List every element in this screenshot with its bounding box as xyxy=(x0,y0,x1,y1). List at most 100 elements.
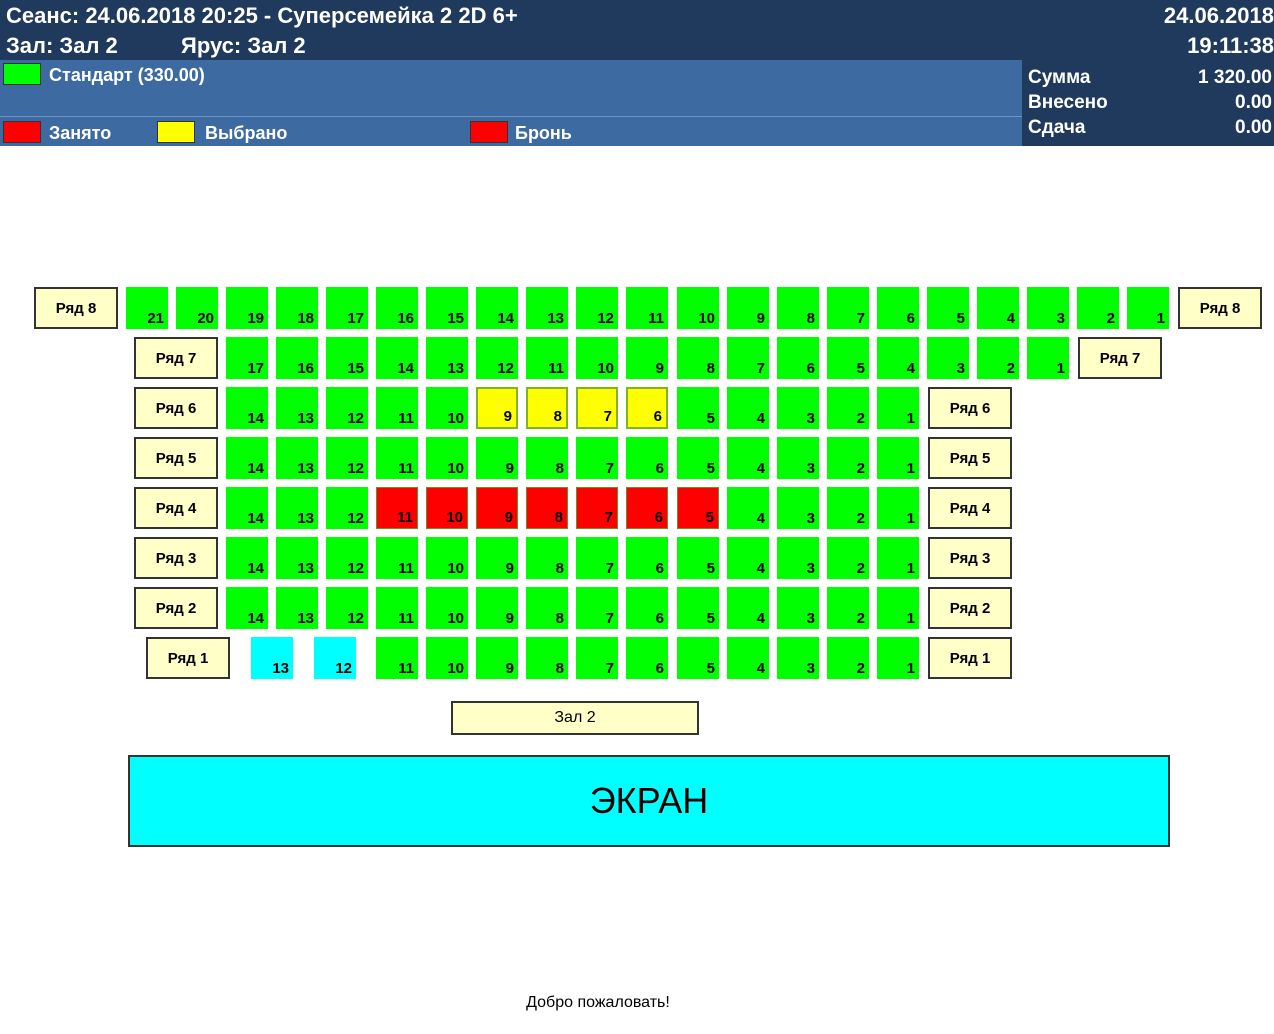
seat[interactable]: 7 xyxy=(727,337,769,379)
seat[interactable]: 6 xyxy=(626,537,668,579)
seat[interactable]: 9 xyxy=(727,287,769,329)
seat[interactable]: 2 xyxy=(827,637,869,679)
seat[interactable]: 1 xyxy=(877,487,919,529)
seat[interactable]: 15 xyxy=(426,287,468,329)
seat[interactable]: 17 xyxy=(226,337,268,379)
seat[interactable]: 12 xyxy=(576,287,618,329)
seat[interactable]: 4 xyxy=(727,537,769,579)
seat[interactable]: 3 xyxy=(777,537,819,579)
row-label-left[interactable]: Ряд 5 xyxy=(134,437,218,479)
seat[interactable]: 14 xyxy=(226,487,268,529)
row-label-right[interactable]: Ряд 2 xyxy=(928,587,1012,629)
seat[interactable]: 5 xyxy=(677,437,719,479)
seat[interactable]: 13 xyxy=(426,337,468,379)
seat[interactable]: 13 xyxy=(276,437,318,479)
seat[interactable]: 12 xyxy=(326,487,368,529)
seat[interactable]: 2 xyxy=(827,487,869,529)
seat[interactable]: 8 xyxy=(526,487,568,529)
seat[interactable]: 8 xyxy=(526,587,568,629)
seat[interactable]: 9 xyxy=(476,587,518,629)
seat[interactable]: 10 xyxy=(426,537,468,579)
seat[interactable]: 13 xyxy=(276,387,318,429)
seat[interactable]: 4 xyxy=(727,387,769,429)
seat[interactable]: 11 xyxy=(626,287,668,329)
seat[interactable]: 8 xyxy=(526,437,568,479)
seat[interactable]: 12 xyxy=(326,537,368,579)
seat[interactable]: 13 xyxy=(251,637,293,679)
seat[interactable]: 6 xyxy=(626,487,668,529)
seat[interactable]: 13 xyxy=(276,487,318,529)
seat[interactable]: 8 xyxy=(526,387,568,429)
seat[interactable]: 10 xyxy=(426,637,468,679)
seat[interactable]: 11 xyxy=(376,537,418,579)
seat[interactable]: 3 xyxy=(777,437,819,479)
row-label-left[interactable]: Ряд 1 xyxy=(146,637,230,679)
seat[interactable]: 13 xyxy=(276,537,318,579)
row-label-right[interactable]: Ряд 1 xyxy=(928,637,1012,679)
seat[interactable]: 6 xyxy=(626,637,668,679)
seat[interactable]: 10 xyxy=(426,587,468,629)
seat[interactable]: 6 xyxy=(626,437,668,479)
seat[interactable]: 11 xyxy=(376,587,418,629)
seat[interactable]: 20 xyxy=(176,287,218,329)
seat[interactable]: 3 xyxy=(777,487,819,529)
seat[interactable]: 1 xyxy=(877,537,919,579)
seat[interactable]: 7 xyxy=(827,287,869,329)
seat[interactable]: 19 xyxy=(226,287,268,329)
seat[interactable]: 4 xyxy=(727,437,769,479)
seat[interactable]: 12 xyxy=(326,587,368,629)
seat[interactable]: 4 xyxy=(877,337,919,379)
seat[interactable]: 6 xyxy=(877,287,919,329)
seat[interactable]: 3 xyxy=(777,587,819,629)
seat[interactable]: 1 xyxy=(877,587,919,629)
seat[interactable]: 8 xyxy=(526,537,568,579)
seat[interactable]: 5 xyxy=(827,337,869,379)
seat[interactable]: 5 xyxy=(677,637,719,679)
seat[interactable]: 9 xyxy=(476,387,518,429)
seat[interactable]: 21 xyxy=(126,287,168,329)
seat[interactable]: 17 xyxy=(326,287,368,329)
seat[interactable]: 7 xyxy=(576,487,618,529)
seat[interactable]: 12 xyxy=(326,437,368,479)
seat[interactable]: 2 xyxy=(827,437,869,479)
seat[interactable]: 12 xyxy=(326,387,368,429)
seat[interactable]: 2 xyxy=(977,337,1019,379)
seat[interactable]: 1 xyxy=(1027,337,1069,379)
seat[interactable]: 14 xyxy=(226,437,268,479)
row-label-right[interactable]: Ряд 4 xyxy=(928,487,1012,529)
seat[interactable]: 13 xyxy=(276,587,318,629)
seat[interactable]: 1 xyxy=(877,387,919,429)
seat[interactable]: 18 xyxy=(276,287,318,329)
row-label-left[interactable]: Ряд 6 xyxy=(134,387,218,429)
seat[interactable]: 10 xyxy=(426,387,468,429)
seat[interactable]: 10 xyxy=(677,287,719,329)
seat[interactable]: 14 xyxy=(476,287,518,329)
seat[interactable]: 3 xyxy=(927,337,969,379)
seat[interactable]: 7 xyxy=(576,437,618,479)
row-label-right[interactable]: Ряд 8 xyxy=(1178,287,1262,329)
seat[interactable]: 11 xyxy=(376,487,418,529)
seat[interactable]: 2 xyxy=(827,537,869,579)
seat[interactable]: 7 xyxy=(576,387,618,429)
seat[interactable]: 12 xyxy=(476,337,518,379)
seat[interactable]: 2 xyxy=(1077,287,1119,329)
seat[interactable]: 3 xyxy=(1027,287,1069,329)
seat[interactable]: 4 xyxy=(727,587,769,629)
row-label-right[interactable]: Ряд 3 xyxy=(928,537,1012,579)
seat[interactable]: 5 xyxy=(677,387,719,429)
seat[interactable]: 7 xyxy=(576,537,618,579)
seat[interactable]: 4 xyxy=(727,637,769,679)
seat[interactable]: 9 xyxy=(476,637,518,679)
seat[interactable]: 3 xyxy=(777,637,819,679)
seat[interactable]: 10 xyxy=(576,337,618,379)
seat[interactable]: 10 xyxy=(426,487,468,529)
seat[interactable]: 9 xyxy=(476,487,518,529)
seat[interactable]: 11 xyxy=(376,637,418,679)
seat[interactable]: 14 xyxy=(226,587,268,629)
seat[interactable]: 12 xyxy=(314,637,356,679)
seat[interactable]: 9 xyxy=(626,337,668,379)
seat[interactable]: 16 xyxy=(276,337,318,379)
seat[interactable]: 11 xyxy=(526,337,568,379)
seat[interactable]: 4 xyxy=(977,287,1019,329)
seat[interactable]: 1 xyxy=(877,637,919,679)
